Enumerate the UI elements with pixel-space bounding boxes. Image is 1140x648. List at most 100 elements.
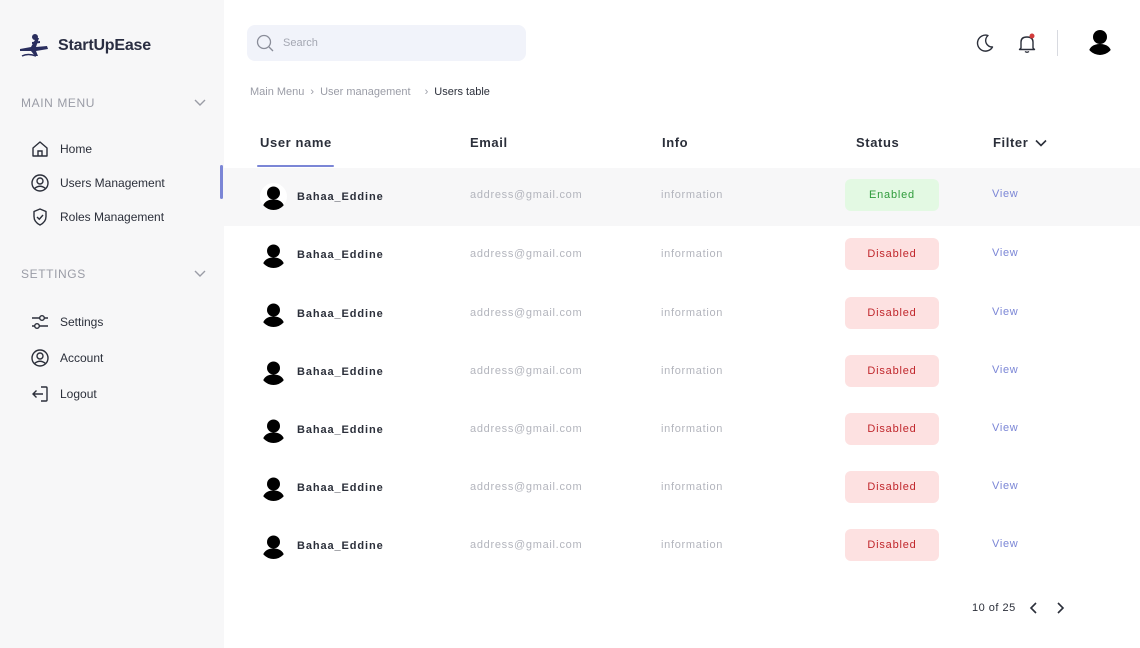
sidebar-item-settings[interactable]: Settings <box>30 312 103 332</box>
sidebar-item-account[interactable]: Account <box>30 348 103 368</box>
avatar <box>260 241 287 268</box>
user-email: address@gmail.com <box>470 189 583 201</box>
status-badge: Disabled <box>845 413 939 445</box>
settings-section-header[interactable]: SETTINGS <box>21 267 207 281</box>
chevron-right-icon: › <box>310 86 315 98</box>
status-badge: Disabled <box>845 529 939 561</box>
table-row[interactable]: Bahaa_Eddine address@gmail.com information… <box>224 343 1140 401</box>
shield-check-icon <box>33 208 47 226</box>
user-info: information <box>661 248 724 260</box>
sidebar-item-label: Roles Management <box>60 210 165 224</box>
user-email: address@gmail.com <box>470 539 583 551</box>
chevron-down-icon[interactable] <box>193 267 207 281</box>
plane-logo-icon <box>20 34 48 57</box>
user-cell: Bahaa_Eddine <box>260 241 384 268</box>
view-link[interactable]: View <box>992 364 1018 376</box>
chevron-down-icon[interactable] <box>193 96 207 110</box>
brand-name: StartUpEase <box>58 37 151 54</box>
sidebar: StartUpEase MAIN MENU Home Users Managem… <box>0 0 224 648</box>
profile-silhouette-icon <box>262 361 285 385</box>
status-badge: Disabled <box>845 355 939 387</box>
main-menu-section-header[interactable]: MAIN MENU <box>21 96 207 110</box>
profile-silhouette-icon <box>1088 30 1112 55</box>
view-link[interactable]: View <box>992 480 1018 492</box>
avatar <box>260 474 287 501</box>
view-link[interactable]: View <box>992 188 1018 200</box>
chevron-right-icon[interactable] <box>1052 600 1068 616</box>
user-email: address@gmail.com <box>470 365 583 377</box>
profile-silhouette-icon <box>262 186 285 210</box>
table-row[interactable]: Bahaa_Eddine address@gmail.com information… <box>224 285 1140 343</box>
user-cell: Bahaa_Eddine <box>260 416 384 443</box>
profile-silhouette-icon <box>262 419 285 443</box>
view-link[interactable]: View <box>992 306 1018 318</box>
user-email: address@gmail.com <box>470 481 583 493</box>
user-email: address@gmail.com <box>470 423 583 435</box>
column-header-email[interactable]: Email <box>470 135 508 150</box>
avatar <box>260 416 287 443</box>
header-divider <box>1057 30 1058 56</box>
brand[interactable]: StartUpEase <box>18 32 151 60</box>
sidebar-item-label: Logout <box>60 387 97 401</box>
table-row[interactable]: Bahaa_Eddine address@gmail.com information… <box>224 226 1140 284</box>
user-name: Bahaa_Eddine <box>297 481 384 494</box>
avatar[interactable] <box>1086 27 1114 55</box>
sidebar-item-users-management[interactable]: Users Management <box>30 173 165 193</box>
home-icon <box>32 141 48 157</box>
user-email: address@gmail.com <box>470 248 583 260</box>
profile-silhouette-icon <box>262 303 285 327</box>
sidebar-item-home[interactable]: Home <box>30 139 92 159</box>
user-cell: Bahaa_Eddine <box>260 183 384 210</box>
user-name: Bahaa_Eddine <box>297 423 384 436</box>
view-link[interactable]: View <box>992 247 1018 259</box>
table-row[interactable]: Bahaa_Eddine address@gmail.com information… <box>224 459 1140 517</box>
breadcrumb-user-management[interactable]: User management <box>320 86 411 98</box>
sidebar-item-logout[interactable]: Logout <box>30 384 97 404</box>
column-header-user-name[interactable]: User name <box>260 135 332 150</box>
filter-label: Filter <box>993 135 1029 150</box>
breadcrumb-users-table: Users table <box>434 86 490 98</box>
user-name: Bahaa_Eddine <box>297 248 384 261</box>
user-cell: Bahaa_Eddine <box>260 532 384 559</box>
search-bar[interactable] <box>247 25 526 61</box>
logout-icon <box>32 386 48 402</box>
sidebar-item-label: Settings <box>60 315 104 329</box>
profile-silhouette-icon <box>262 535 285 559</box>
breadcrumb-main-menu[interactable]: Main Menu <box>250 86 304 98</box>
user-info: information <box>661 539 724 551</box>
sidebar-item-label: Home <box>60 142 93 156</box>
settings-title: SETTINGS <box>21 267 86 281</box>
search-icon <box>256 34 274 52</box>
user-info: information <box>661 307 724 319</box>
table-row[interactable]: Bahaa_Eddine address@gmail.com information… <box>224 517 1140 575</box>
user-circle-icon <box>31 174 49 192</box>
sidebar-item-label: Account <box>60 351 104 365</box>
column-header-status[interactable]: Status <box>856 135 899 150</box>
sidebar-item-roles-management[interactable]: Roles Management <box>30 207 164 227</box>
user-cell: Bahaa_Eddine <box>260 474 384 501</box>
status-badge: Disabled <box>845 471 939 503</box>
view-link[interactable]: View <box>992 422 1018 434</box>
user-info: information <box>661 481 724 493</box>
avatar <box>260 532 287 559</box>
sorted-column-indicator <box>257 165 334 167</box>
pagination-text: 10 of 25 <box>972 602 1016 614</box>
chevron-left-icon[interactable] <box>1026 600 1042 616</box>
user-circle-icon <box>31 349 49 367</box>
moon-icon[interactable] <box>974 32 996 54</box>
bell-icon[interactable] <box>1016 32 1038 54</box>
search-input[interactable] <box>283 37 503 49</box>
user-name: Bahaa_Eddine <box>297 539 384 552</box>
filter-dropdown[interactable]: Filter <box>993 135 1048 150</box>
table-row[interactable]: Bahaa_Eddine address@gmail.com information… <box>224 401 1140 459</box>
user-cell: Bahaa_Eddine <box>260 358 384 385</box>
table-row[interactable]: Bahaa_Eddine address@gmail.com information… <box>224 168 1140 226</box>
pagination: 10 of 25 <box>972 600 1068 616</box>
view-link[interactable]: View <box>992 538 1018 550</box>
user-name: Bahaa_Eddine <box>297 365 384 378</box>
avatar <box>260 358 287 385</box>
user-info: information <box>661 365 724 377</box>
active-nav-indicator <box>220 165 223 199</box>
column-header-info[interactable]: Info <box>662 135 688 150</box>
avatar <box>260 183 287 210</box>
